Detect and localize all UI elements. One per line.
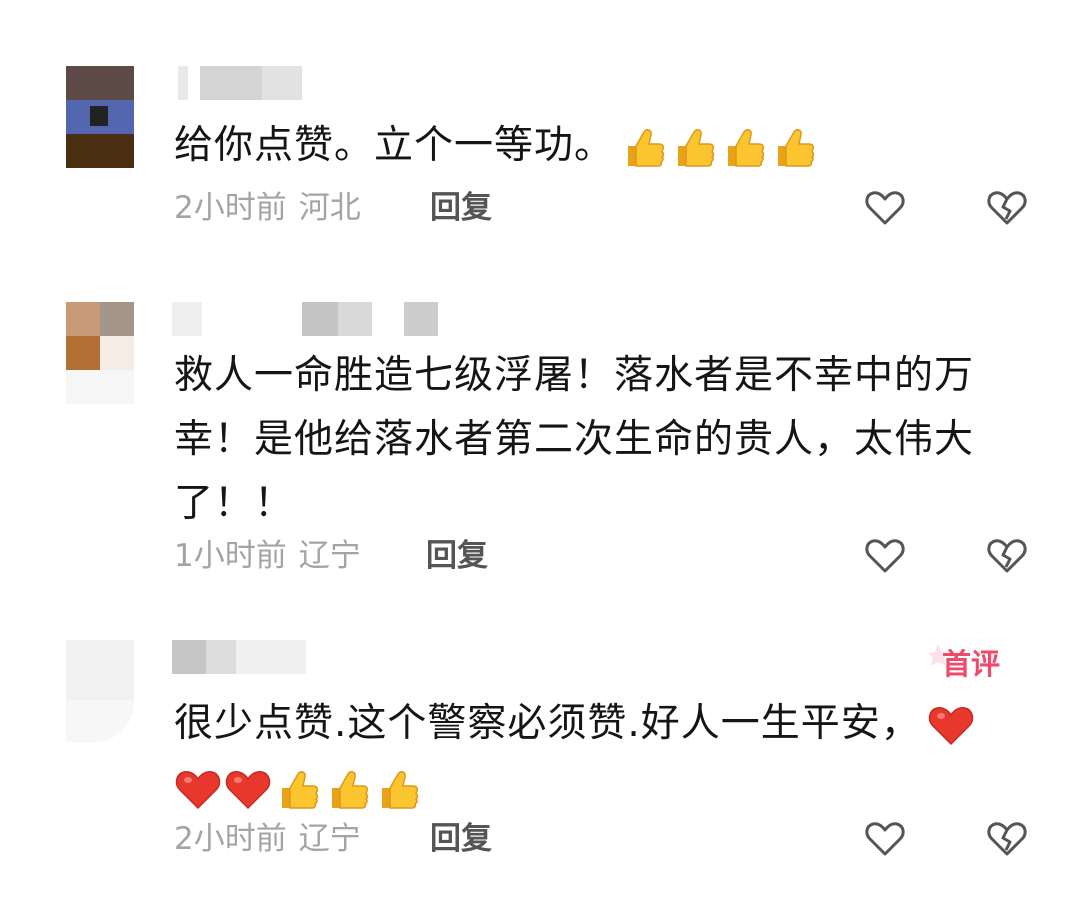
comment-meta: 1小时前 辽宁 回复 (174, 533, 1080, 579)
avatar[interactable] (66, 640, 134, 742)
thumbs-up-icon (382, 770, 419, 809)
thumbs-up-icon (282, 770, 319, 809)
red-heart-icon (225, 770, 271, 809)
like-heart-icon[interactable] (864, 818, 906, 860)
comment-text-content: 很少点赞.这个警察必须赞.好人一生平安， (174, 701, 921, 746)
comment-text: 救人一命胜造七级浮屠！落水者是不幸中的万幸！是他给落水者第二次生命的贵人，太伟大… (174, 344, 1034, 536)
first-comment-badge: 首评 (928, 640, 1018, 688)
reply-button[interactable]: 回复 (430, 185, 492, 231)
comment-location: 河北 (298, 190, 361, 226)
comment-time: 1小时前 (174, 538, 287, 574)
like-heart-icon[interactable] (864, 187, 906, 229)
dislike-broken-heart-icon[interactable] (986, 535, 1028, 577)
comment-meta: 2小时前 辽宁 回复 (174, 816, 1080, 862)
like-heart-icon[interactable] (864, 535, 906, 577)
red-heart-icon (175, 770, 221, 809)
comment-time: 2小时前 (174, 190, 287, 226)
comment-meta: 2小时前 河北 回复 (174, 185, 1080, 231)
first-comment-badge-label: 首评 (942, 647, 1001, 681)
comment-time: 2小时前 (174, 821, 287, 857)
dislike-broken-heart-icon[interactable] (986, 818, 1028, 860)
comment-text-content: 给你点赞。立个一等功。 (174, 123, 615, 168)
avatar[interactable] (66, 66, 134, 168)
avatar[interactable] (66, 302, 134, 404)
thumbs-up-icon (728, 128, 765, 167)
thumbs-up-icon (678, 128, 715, 167)
comment-text: 给你点赞。立个一等功。 (174, 114, 1034, 178)
emoji-row (174, 766, 422, 814)
reply-button[interactable]: 回复 (430, 816, 492, 862)
comment-location: 辽宁 (298, 821, 361, 857)
thumbs-up-icon (778, 128, 815, 167)
comment-location: 辽宁 (298, 538, 361, 574)
emoji-row (927, 702, 975, 750)
emoji-row (620, 124, 818, 172)
red-heart-icon (928, 706, 974, 745)
comment-text: 很少点赞.这个警察必须赞.好人一生平安， (174, 692, 1034, 820)
thumbs-up-icon (332, 770, 369, 809)
thumbs-up-icon (628, 128, 665, 167)
reply-button[interactable]: 回复 (426, 533, 488, 579)
dislike-broken-heart-icon[interactable] (986, 187, 1028, 229)
comment-text-content: 救人一命胜造七级浮屠！落水者是不幸中的万幸！是他给落水者第二次生命的贵人，太伟大… (174, 353, 975, 526)
